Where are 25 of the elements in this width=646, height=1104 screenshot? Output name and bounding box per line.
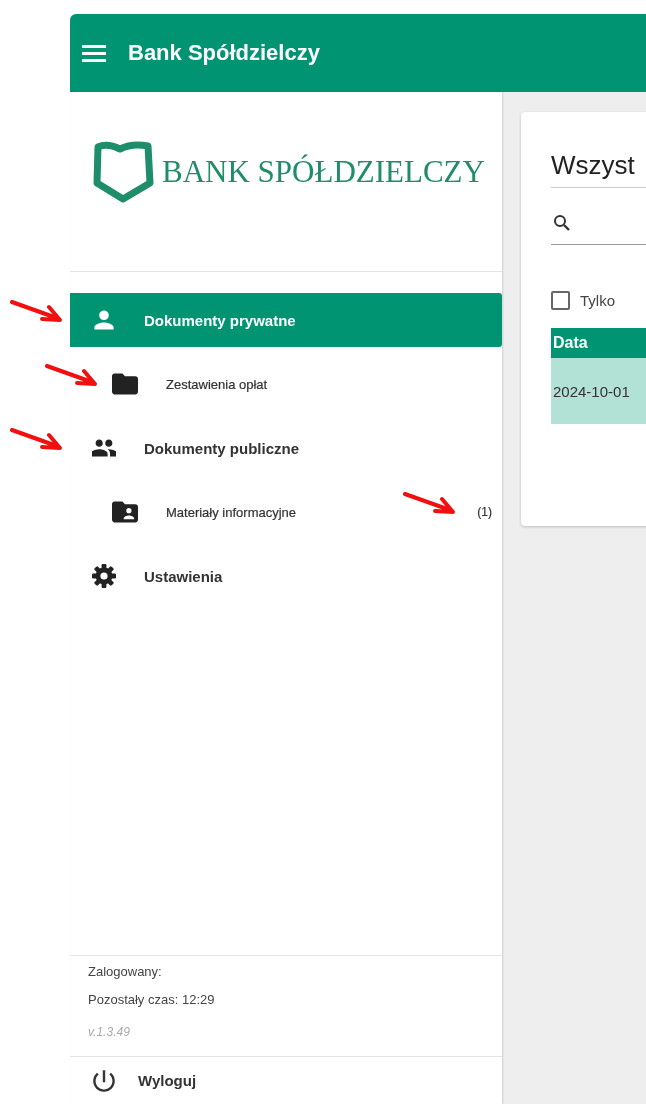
checkbox-label: Tylko (580, 292, 615, 309)
app-title: Bank Spółdzielczy (128, 40, 320, 66)
checkbox[interactable] (551, 291, 570, 310)
logged-in-label: Zalogowany: (88, 964, 163, 979)
remaining-time: Pozostały czas: 12:29 (88, 992, 216, 1007)
table-cell: 2024-10-01 (551, 358, 646, 424)
search-icon (553, 214, 571, 232)
nav-item[interactable]: Ustawienia (70, 549, 502, 603)
nav-item[interactable]: Zestawienia opłat (70, 357, 502, 411)
settings-icon (92, 564, 116, 588)
version-label: v.1.3.49 (88, 1025, 131, 1039)
nav-item[interactable]: Dokumenty prywatne (70, 293, 502, 347)
folder-person-icon (112, 499, 138, 525)
person-icon (92, 308, 116, 332)
menu-icon[interactable] (82, 43, 108, 63)
folder-icon (112, 371, 138, 397)
card-title: Wszyst (551, 150, 646, 188)
shield-logo-icon (90, 140, 156, 203)
nav-item[interactable]: Materiały informacyjne (1) (70, 485, 502, 539)
column-header[interactable]: Data (551, 328, 646, 358)
logout-button[interactable]: Wyloguj (70, 1056, 502, 1104)
item-count: (1) (477, 505, 492, 519)
bank-logo-text: BANK SPÓŁDZIELCZY (162, 153, 485, 190)
nav-item[interactable]: Dokumenty publiczne (70, 421, 502, 475)
power-icon (92, 1068, 116, 1093)
